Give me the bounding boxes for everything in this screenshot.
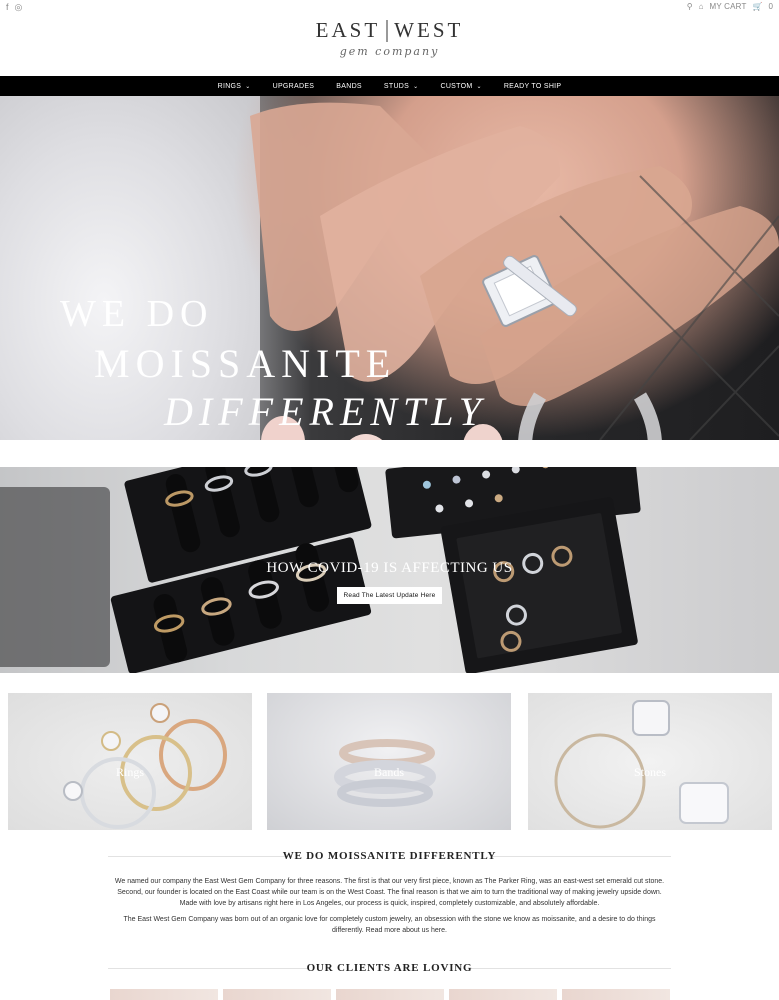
logo-subtitle: gem company [339,45,440,58]
chevron-down-icon: ⌄ [245,83,251,90]
nav-label: RINGS [217,82,242,90]
logo-left-word: EAST [315,18,381,42]
nav-item-custom[interactable]: CUSTOM ⌄ [440,83,481,90]
nav-label: BANDS [336,82,362,90]
utility-links: ⚲ ⌂ MY CART 🛒 0 [687,2,773,12]
client-photo[interactable] [110,989,218,1000]
category-tile-rings[interactable]: Rings [8,693,252,830]
client-photo[interactable] [449,989,557,1000]
nav-item-studs[interactable]: STUDS ⌄ [384,83,419,90]
cart-icon[interactable]: 🛒 [753,2,763,12]
client-photo[interactable] [336,989,444,1000]
client-photo[interactable] [223,989,331,1000]
search-icon[interactable]: ⚲ [687,2,693,12]
logo-divider [386,19,389,42]
about-title: WE DO MOISSANITE DIFFERENTLY [282,850,497,862]
logo-right-word: WEST [394,18,464,42]
category-tile-bands[interactable]: Bands [267,693,511,830]
tile-label-bands: Bands [374,765,404,779]
nav-item-bands[interactable]: BANDS [336,83,362,90]
chevron-down-icon: ⌄ [413,83,419,90]
logo-wordmark: EAST WEST [316,18,464,43]
chevron-down-icon: ⌄ [476,83,482,90]
covid-banner-title: HOW COVID-19 IS AFFECTING US [266,560,513,576]
site-logo[interactable]: EAST WEST gem company [0,18,779,58]
nav-label: STUDS [383,82,410,90]
nav-item-ready-to-ship[interactable]: READY TO SHIP [504,83,562,90]
about-paragraph-1: We named our company the East West Gem C… [114,878,665,907]
category-tile-stones[interactable]: Stones [528,693,772,830]
hero-banner[interactable]: WE DO MOISSANITE DIFFERENTLY [0,96,779,440]
facebook-icon[interactable]: f [6,2,9,12]
cart-count: 0 [768,2,773,11]
main-navigation: RINGS ⌄ UPGRADES BANDS STUDS ⌄ CUSTOM ⌄ … [0,76,779,96]
covid-banner[interactable]: HOW COVID-19 IS AFFECTING US Read The La… [0,467,779,673]
instagram-icon[interactable]: ◎ [15,2,23,12]
nav-label: READY TO SHIP [503,82,562,90]
clients-title: OUR CLIENTS ARE LOVING [306,962,473,974]
tile-label-rings: Rings [115,765,144,779]
bands-tile-photo [334,739,436,807]
account-icon[interactable]: ⌂ [699,2,704,12]
stones-tile-photo [554,700,729,829]
hero-headline-line-1: WE DO [60,293,214,335]
social-links: f ◎ [6,2,22,12]
client-photo[interactable] [562,989,670,1000]
about-paragraph-2: The East West Gem Company was born out o… [123,916,656,934]
cart-link[interactable]: MY CART [709,2,746,12]
tile-label-stones: Stones [633,765,666,779]
nav-item-rings[interactable]: RINGS ⌄ [218,83,251,90]
read-update-button[interactable]: Read The Latest Update Here [337,587,442,604]
hero-headline-line-2: MOISSANITE [94,341,397,386]
nav-item-upgrades[interactable]: UPGRADES [273,83,315,90]
nav-label: UPGRADES [272,82,315,90]
hero-headline-line-3: DIFFERENTLY [164,389,487,434]
nav-label: CUSTOM [440,82,473,90]
top-utility-bar: f ◎ ⚲ ⌂ MY CART 🛒 0 [0,0,779,14]
rings-tile-photo [63,703,227,829]
